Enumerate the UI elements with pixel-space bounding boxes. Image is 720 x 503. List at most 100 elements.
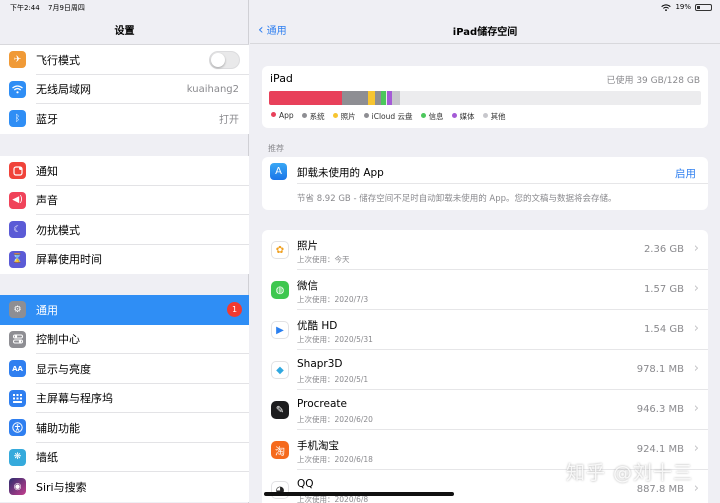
app-last-used: 上次使用：2020/7/3 (297, 295, 369, 304)
home-indicator[interactable] (264, 492, 454, 496)
toggles-icon (9, 330, 26, 348)
chevron-right-icon: › (693, 481, 699, 496)
storage-detail-pane: ‹ 通用 iPad储存空间 iPad 已使用 39 GB/128 GB App 系… (250, 0, 720, 503)
app-name: 优酷 HD (297, 320, 338, 332)
storage-legend: App 系统 照片 iCloud 云盘 信息 媒体 其他 (271, 111, 506, 122)
notification-icon (9, 162, 26, 180)
app-store-icon: A (270, 163, 287, 180)
hourglass-icon: ⌛ (9, 250, 26, 268)
wifi-icon (9, 80, 26, 98)
sidebar-item-home-screen[interactable]: 主屏幕与程序坞 (0, 384, 249, 413)
legend-dot-icon (482, 113, 488, 118)
sidebar-item-siri[interactable]: ◉ Siri与搜索 (0, 472, 249, 502)
status-bar: 下午2:44 7月9日周四 19% (0, 0, 720, 14)
app-size: 887.8 MB (636, 484, 684, 495)
app-size: 1.57 GB (643, 284, 684, 295)
chevron-right-icon: › (693, 321, 699, 336)
legend-dot-icon (271, 112, 276, 117)
procreate-icon: ✎ (271, 401, 289, 419)
shapr3d-icon: ◆ (271, 361, 289, 379)
app-storage-row[interactable]: ✎ Procreate 上次使用：2020/6/20 946.3 MB › (262, 390, 708, 430)
chevron-right-icon: › (693, 361, 699, 376)
app-size: 2.36 GB (643, 244, 684, 255)
siri-icon: ◉ (9, 478, 26, 496)
wifi-network-value: kuaihang2 (186, 83, 239, 95)
taobao-icon: 淘 (271, 441, 289, 459)
enable-offload-button[interactable]: 启用 (675, 166, 696, 181)
sidebar-item-label: 通用 (36, 303, 58, 317)
storage-segment-3 (374, 91, 382, 105)
status-time: 下午2:44 (10, 4, 40, 12)
sidebar-item-notifications[interactable]: 通知 (0, 156, 249, 186)
legend-dot-icon (363, 113, 369, 118)
app-size: 946.3 MB (636, 404, 684, 415)
legend-dot-icon (301, 113, 307, 118)
legend-label: 系统 (309, 112, 325, 121)
app-name: Procreate (297, 398, 347, 410)
sidebar-item-label: 控制中心 (36, 333, 80, 347)
homescreen-icon (9, 389, 26, 407)
sidebar-title: 设置 (114, 26, 135, 37)
legend-label: 信息 (428, 112, 444, 121)
storage-usage-bar (269, 91, 701, 105)
page-title: iPad储存空间 (452, 27, 518, 38)
app-last-used: 上次使用：2020/5/31 (297, 335, 373, 344)
sidebar-item-sounds[interactable]: ◀) 声音 (0, 186, 249, 215)
navigation-bar: ‹ 通用 iPad储存空间 (250, 14, 720, 44)
sound-icon: ◀) (9, 191, 26, 209)
legend-item: 照片 (332, 111, 356, 122)
sidebar-item-airplane[interactable]: ✈ 飞行模式 (0, 45, 249, 75)
legend-item: 其他 (482, 111, 506, 122)
status-date: 7月9日周四 (48, 4, 85, 12)
sidebar-item-display[interactable]: AA 显示与亮度 (0, 354, 249, 384)
chevron-right-icon: › (693, 241, 699, 256)
sidebar-item-label: 屏幕使用时间 (36, 253, 102, 267)
app-last-used: 上次使用：2020/5/1 (297, 375, 369, 384)
app-name: 微信 (297, 280, 318, 292)
sidebar-item-accessibility[interactable]: 辅助功能 (0, 413, 249, 443)
legend-dot-icon (332, 113, 338, 118)
sidebar-item-bluetooth[interactable]: ᛒ 蓝牙 打开 (0, 104, 249, 134)
chevron-right-icon: › (693, 401, 699, 416)
storage-segment-0 (269, 91, 343, 105)
sidebar-item-screen-time[interactable]: ⌛ 屏幕使用时间 (0, 245, 249, 275)
app-storage-row[interactable]: ◍ 微信 上次使用：2020/7/3 1.57 GB › (262, 270, 708, 310)
watermark: 知乎 @刘十三 (566, 462, 694, 484)
youku-icon: ▶ (271, 321, 289, 339)
sidebar-item-wifi[interactable]: 无线局域网 kuaihang2 (0, 75, 249, 104)
airplane-mode-toggle[interactable] (209, 50, 240, 69)
sidebar-item-label: 无线局域网 (36, 83, 91, 97)
settings-sidebar: 设置 ✈ 飞行模式 无线局域网 kuaihang2 ᛒ 蓝牙 打开 通知 ◀) … (0, 0, 249, 503)
legend-dot-icon (451, 113, 457, 118)
storage-used-text: 已使用 39 GB/128 GB (606, 76, 700, 86)
wifi-status-icon (661, 3, 672, 11)
sidebar-item-general[interactable]: ⚙ 通用 1 (0, 295, 249, 325)
storage-segment-6 (391, 91, 401, 105)
app-last-used: 上次使用：2020/6/18 (297, 455, 373, 464)
app-storage-row[interactable]: ▶ 优酷 HD 上次使用：2020/5/31 1.54 GB › (262, 310, 708, 350)
recommendations-header: 推荐 (268, 144, 284, 153)
sidebar-group-general: ⚙ 通用 1 控制中心 AA 显示与亮度 主屏幕与程序坞 辅助功能 ❋ 墙纸 ◉… (0, 295, 249, 502)
legend-label: App (279, 111, 294, 120)
sidebar-group-notifications: 通知 ◀) 声音 ☾ 勿扰模式 ⌛ 屏幕使用时间 (0, 156, 249, 274)
chevron-right-icon: › (693, 281, 699, 296)
recommendation-title: 卸载未使用的 App (297, 167, 384, 179)
sidebar-group-connectivity: ✈ 飞行模式 无线局域网 kuaihang2 ᛒ 蓝牙 打开 (0, 45, 249, 134)
sidebar-item-do-not-disturb[interactable]: ☾ 勿扰模式 (0, 215, 249, 245)
sidebar-item-label: 辅助功能 (36, 421, 80, 435)
app-storage-row[interactable]: ✿ 照片 上次使用：今天 2.36 GB › (262, 230, 708, 270)
legend-item: 信息 (420, 111, 444, 122)
sidebar-item-label: 蓝牙 (36, 112, 58, 126)
app-storage-row[interactable]: ◆ Shapr3D 上次使用：2020/5/1 978.1 MB › (262, 350, 708, 390)
sidebar-item-control-center[interactable]: 控制中心 (0, 325, 249, 354)
bluetooth-icon: ᛒ (9, 110, 26, 128)
device-name: iPad (270, 72, 293, 85)
sidebar-item-label: 勿扰模式 (36, 223, 80, 237)
app-name: QQ (297, 478, 314, 490)
battery-icon (695, 3, 712, 11)
bluetooth-status-value: 打开 (219, 115, 239, 127)
sidebar-item-wallpaper[interactable]: ❋ 墙纸 (0, 443, 249, 472)
legend-label: iCloud 云盘 (371, 112, 413, 121)
legend-item: App (271, 111, 294, 122)
moon-icon: ☾ (9, 221, 26, 239)
